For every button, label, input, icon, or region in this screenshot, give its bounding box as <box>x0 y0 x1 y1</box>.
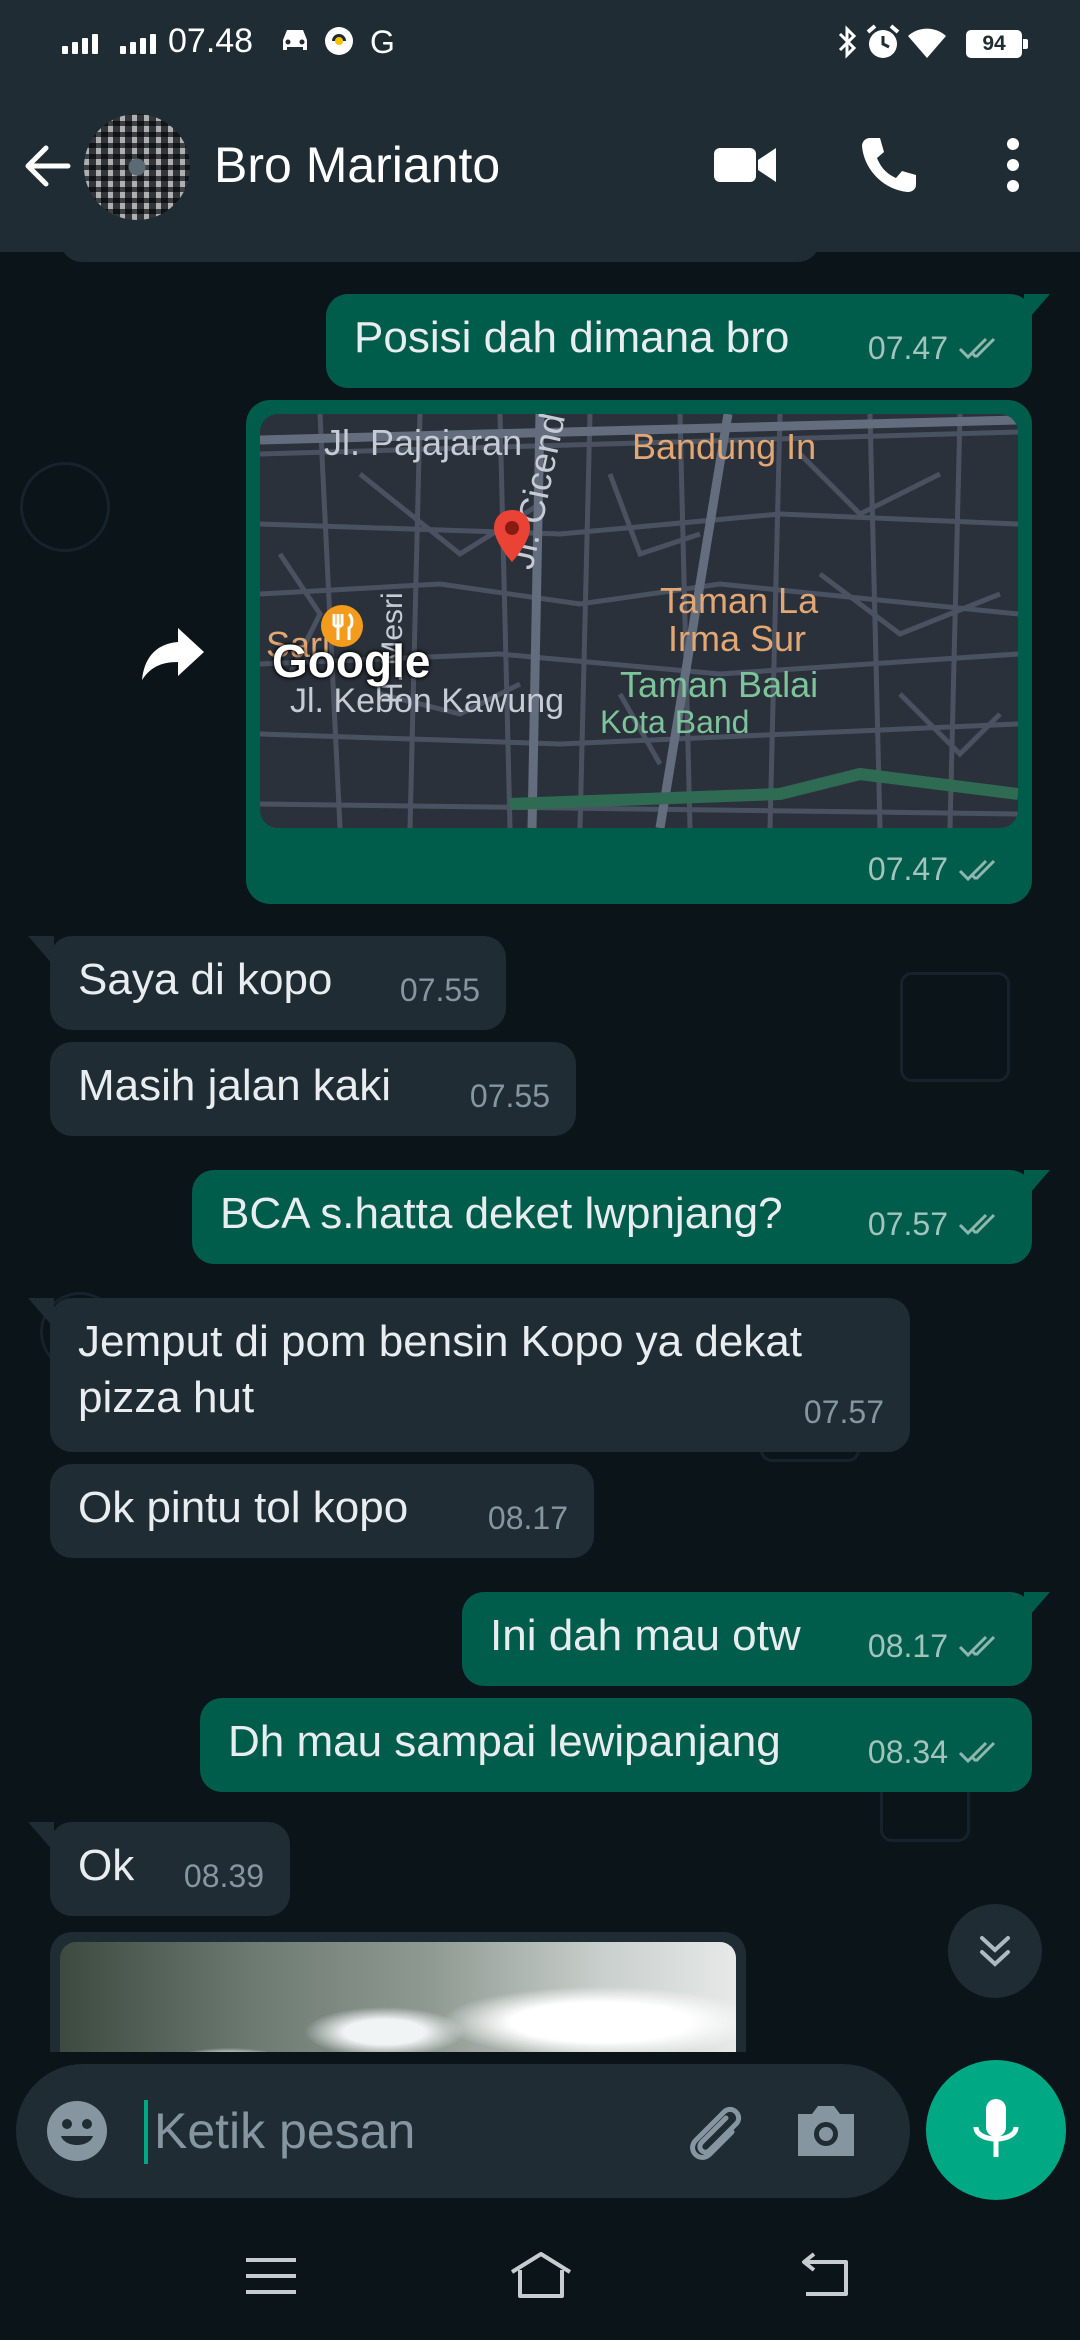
home-icon[interactable] <box>506 2246 576 2306</box>
map-pin-icon <box>494 510 530 562</box>
map-label: Bandung In <box>632 426 817 467</box>
voice-record-button[interactable] <box>926 2060 1066 2200</box>
map-label: Irma Sur <box>668 618 807 659</box>
battery-icon: 94 <box>966 30 1028 58</box>
paperclip-icon[interactable] <box>680 2096 750 2166</box>
message-text: Ok <box>78 1841 135 1890</box>
message-time: 07.55 <box>399 972 480 1008</box>
message-bubble-incoming[interactable]: Jemput di pom bensin Kopo ya dekat pizza… <box>50 1298 910 1452</box>
wallpaper-doodle <box>20 462 110 552</box>
phone-icon[interactable] <box>856 132 922 198</box>
signal-icon-2 <box>120 30 156 54</box>
emoji-icon[interactable] <box>44 2098 110 2164</box>
message-time: 08.34 <box>867 1734 948 1770</box>
scroll-to-bottom-button[interactable] <box>948 1904 1042 1998</box>
double-check-icon <box>958 1213 996 1236</box>
message-input[interactable] <box>144 2088 664 2174</box>
back-icon[interactable] <box>788 2246 858 2306</box>
message-time: 08.39 <box>183 1858 264 1894</box>
message-text: BCA s.hatta deket lwpnjang? <box>220 1189 783 1238</box>
video-call-icon[interactable] <box>712 132 778 198</box>
location-message[interactable]: Jl. Pajajaran Bandung In Jl. Cicendo H. … <box>246 400 1032 904</box>
signal-icon <box>62 30 98 54</box>
message-time: 07.57 <box>803 1394 884 1430</box>
car-icon <box>283 30 307 50</box>
map-label: Kota Band <box>600 704 750 740</box>
message-text: Saya di kopo <box>78 955 333 1004</box>
double-check-icon <box>958 337 996 360</box>
more-vert-icon[interactable] <box>980 132 1046 198</box>
message-text: Ok pintu tol kopo <box>78 1483 409 1532</box>
message-bubble-incoming[interactable]: Masih jalan kaki 07.55 <box>50 1042 576 1136</box>
message-bubble-outgoing[interactable]: BCA s.hatta deket lwpnjang? 07.57 <box>192 1170 1032 1264</box>
message-text: Jemput di pom bensin Kopo ya dekat pizza… <box>78 1317 803 1422</box>
message-text: Posisi dah dimana bro <box>354 313 790 362</box>
wifi-icon <box>908 28 946 58</box>
message-text: Dh mau sampai lewipanjang <box>228 1717 781 1766</box>
chevron-double-down-icon <box>980 1936 1010 1967</box>
google-logo: Google <box>272 635 431 687</box>
double-check-icon <box>958 859 996 881</box>
message-bubble-outgoing[interactable]: Ini dah mau otw 08.17 <box>462 1592 1032 1686</box>
menu-icon[interactable] <box>236 2246 306 2306</box>
photo-thumbnail[interactable] <box>60 1942 736 2052</box>
message-time: 08.17 <box>867 1628 948 1664</box>
app-notification-icon <box>325 27 353 55</box>
mic-icon <box>973 2099 1019 2157</box>
back-arrow-icon[interactable] <box>18 136 78 196</box>
contact-avatar[interactable] <box>84 114 190 220</box>
message-bubble-outgoing[interactable]: Dh mau sampai lewipanjang 08.34 <box>200 1698 1032 1792</box>
alarm-icon <box>866 24 900 58</box>
status-time: 07.48 <box>168 22 254 60</box>
camera-icon[interactable] <box>792 2098 860 2164</box>
message-bubble-outgoing[interactable]: Posisi dah dimana bro 07.47 <box>326 294 1032 388</box>
message-time: 07.47 <box>867 851 948 887</box>
status-bar: 07.48 G 94 <box>0 0 1080 84</box>
wallpaper-doodle <box>900 972 1010 1082</box>
system-nav-bar <box>0 2218 1080 2340</box>
map-preview[interactable]: Jl. Pajajaran Bandung In Jl. Cicendo H. … <box>260 414 1018 828</box>
bluetooth-icon <box>838 25 857 59</box>
message-bubble-incoming[interactable]: Ok pintu tol kopo 08.17 <box>50 1464 594 1558</box>
double-check-icon <box>958 1635 996 1658</box>
map-label: Jl. Pajajaran <box>324 422 523 463</box>
message-bubble-incoming[interactable]: Saya di kopo 07.55 <box>50 936 506 1030</box>
message-time: 07.57 <box>867 1206 948 1242</box>
message-list[interactable]: Posisi dah dimana bro 07.47 Jl. Pajajara… <box>0 252 1080 2052</box>
message-bubble-incoming[interactable]: Ok 08.39 <box>50 1822 290 1916</box>
map-label: Taman Balai <box>620 664 819 705</box>
message-time: 07.47 <box>867 330 948 366</box>
photo-message[interactable] <box>50 1932 746 2052</box>
message-time: 07.55 <box>469 1078 550 1114</box>
map-label: Taman La <box>660 580 819 621</box>
message-text: Ini dah mau otw <box>490 1611 801 1660</box>
map-streets <box>260 414 1018 828</box>
message-text: Masih jalan kaki <box>78 1061 392 1110</box>
message-time: 08.17 <box>487 1500 568 1536</box>
double-check-icon <box>958 1741 996 1764</box>
contact-name[interactable]: Bro Marianto <box>214 136 500 194</box>
chat-header: Bro Marianto <box>0 84 1080 252</box>
previous-message[interactable] <box>60 252 820 262</box>
message-composer <box>16 2064 910 2198</box>
forward-icon[interactable] <box>132 612 214 694</box>
g-icon: G <box>370 24 395 60</box>
